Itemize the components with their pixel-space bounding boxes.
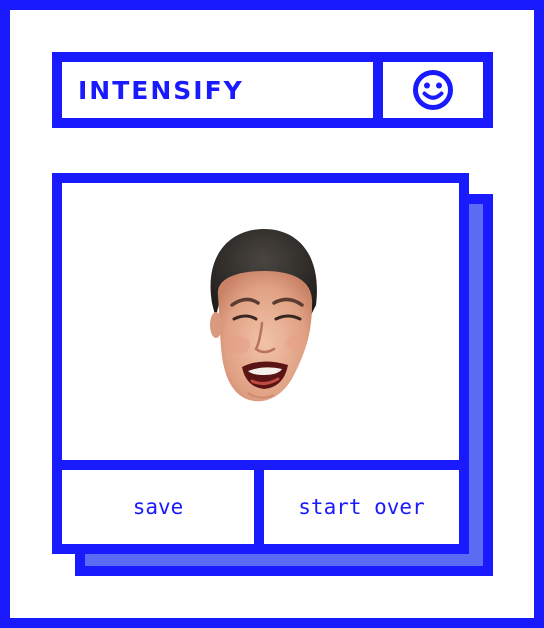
smiley-face-icon — [413, 70, 453, 110]
smiley-button[interactable] — [383, 62, 483, 118]
start-over-button[interactable]: start over — [264, 470, 459, 544]
image-canvas[interactable] — [62, 183, 459, 470]
app-title: INTENSIFY — [62, 62, 383, 118]
save-button[interactable]: save — [62, 470, 264, 544]
editor-card: save start over — [52, 173, 469, 554]
header-bar: INTENSIFY — [52, 52, 493, 128]
crying-face-image — [210, 229, 317, 402]
